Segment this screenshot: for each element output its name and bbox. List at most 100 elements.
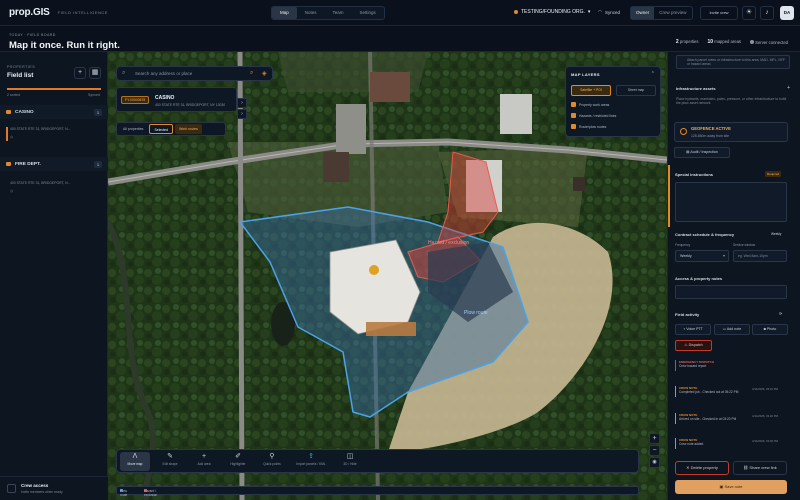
invite-crew-button[interactable]: Invite crew — [700, 6, 738, 20]
tool-import-parcels[interactable]: ⇪ Import parcels / KML — [291, 452, 331, 471]
header-stats: 2 properties 10 mapped areas Server conn… — [676, 39, 788, 45]
server-dot — [750, 39, 754, 44]
sidebar-title: Field list — [7, 72, 34, 79]
delete-property-button[interactable]: ✕ Delete property — [675, 461, 729, 475]
work-routes-button[interactable]: Work routes — [175, 124, 202, 134]
tool-add-area[interactable]: + Add area — [189, 452, 219, 471]
search-input[interactable]: Search any address or place — [135, 71, 192, 76]
sidebar-sort: 2 sorted — [7, 93, 20, 97]
map-legend: Plow route Hazard / exclusion — [116, 486, 639, 497]
dispatch-button[interactable]: ⚠ Dispatch — [675, 340, 712, 351]
frequency-select[interactable]: Weekly ▾ — [675, 250, 729, 262]
plus-icon: + — [201, 453, 207, 460]
role-owner[interactable]: Owner — [631, 7, 655, 19]
tab-team[interactable]: Team — [325, 7, 352, 19]
add-infra-icon[interactable]: + — [787, 85, 790, 91]
wifi-icon: ◠ — [598, 9, 602, 14]
role-crew-preview[interactable]: Crew preview — [654, 7, 691, 19]
activity-note[interactable]: CREW NOTE Completed job - Checked out at… — [675, 386, 780, 397]
delete-label: Delete property — [690, 465, 718, 470]
tool-highlighter[interactable]: ✐ Highlighter — [223, 452, 253, 471]
chevron-right-icon[interactable]: › — [237, 98, 247, 108]
crew-access[interactable]: Crew access Invite members when ready — [0, 476, 108, 500]
theme-icon[interactable]: ☀ — [742, 6, 756, 20]
map-search[interactable]: ⌕ Search any address or place ⌕ ◈ — [116, 66, 273, 81]
sync-label: Synced — [604, 9, 620, 15]
special-instructions-input[interactable] — [675, 182, 787, 222]
share-label: Share crew link — [749, 465, 777, 470]
layer-satellite[interactable]: Satellite + POI — [571, 85, 611, 96]
bell-icon[interactable]: ♪ — [760, 6, 774, 20]
checkbox-icon — [571, 113, 576, 118]
avatar[interactable]: DA — [780, 6, 794, 20]
audit-label: Audit / Inspection — [690, 150, 718, 154]
chevron-up-icon[interactable]: ⌃ — [651, 71, 655, 77]
search-submit-icon[interactable]: ⌕ — [250, 70, 253, 77]
tool-move-map[interactable]: Λ Move map — [120, 452, 150, 471]
list-item[interactable]: 400 STATE RTE 31, BRIDGEPORT, N... ◷ — [10, 181, 102, 193]
layers-icon: ◫ — [346, 453, 354, 460]
tab-notes[interactable]: Notes — [297, 7, 325, 19]
add-note-label: Add note — [726, 327, 742, 331]
tab-map[interactable]: Map — [272, 7, 297, 19]
sidebar-heading: PROPERTIES — [7, 65, 36, 69]
tool-label: Quick points — [263, 462, 281, 466]
crew-sub: Invite members when ready — [21, 490, 63, 494]
all-properties-button[interactable]: All properties — [119, 124, 147, 134]
share-crew-link-button[interactable]: ⛓ Share crew link — [733, 461, 787, 475]
add-property-button[interactable]: + — [74, 67, 86, 79]
app-logo[interactable]: prop.GIS — [9, 7, 50, 18]
access-title: Access & property notes — [675, 276, 723, 281]
stat-areas-label: mapped areas — [714, 39, 741, 44]
list-item[interactable]: 400 STATE RTE 31, BRIDGEPORT, N... ◷ — [6, 127, 102, 141]
tab-settings[interactable]: Settings — [352, 7, 384, 19]
activity-note[interactable]: CREW NOTE Arrived on site - Checked in a… — [675, 413, 780, 424]
compass-icon[interactable]: ◉ — [649, 457, 660, 468]
access-notes-input[interactable] — [675, 285, 787, 299]
layer-toggle-work-areas[interactable]: Property work areas — [571, 102, 609, 107]
activity-note[interactable]: CREW NOTE Crew note added 4/14/2026, 03:… — [675, 438, 780, 449]
tool-label: Edit shape — [162, 462, 178, 466]
save-note-button[interactable]: ▣ Save note — [675, 480, 787, 494]
org-selector[interactable]: TESTING/FOUNDING ORG. ▾ — [514, 9, 590, 15]
search-icon: ⌕ — [122, 70, 126, 76]
folder-icon — [6, 162, 11, 166]
audit-button[interactable]: ▤ Audit / Inspection — [674, 147, 730, 158]
activity-note[interactable]: EMERGENCY DISPATCH Crew hazard report — [675, 360, 780, 371]
parcel-hint-box: Attach parcel notes or infrastructure to… — [676, 55, 790, 69]
crew-icon — [7, 484, 16, 493]
contract-title: Contract schedule & frequency — [675, 232, 735, 237]
service-window-input[interactable]: eg. Wed 8am-10pm — [733, 250, 787, 262]
voice-ptt-button[interactable]: ◖ Voice PTT — [675, 324, 711, 335]
weekly-badge: Weekly — [771, 232, 782, 236]
legend-hazard-label: Hazard / exclusion — [144, 489, 158, 497]
link-icon: ⛓ — [743, 465, 749, 470]
layer-label: Route/plow routes — [579, 124, 607, 129]
photo-button[interactable]: ◙ Photo — [752, 324, 788, 335]
selected-bar — [6, 127, 8, 141]
tool-label: 3D / Hide — [343, 462, 357, 466]
zoom-in-button[interactable]: + — [649, 433, 660, 444]
folder-icon — [6, 110, 11, 114]
refresh-icon[interactable]: ⟳ — [779, 311, 782, 316]
layer-toggle-routes[interactable]: Route/plow routes — [571, 124, 606, 129]
zoom-out-button[interactable]: − — [649, 445, 660, 456]
checkbox-icon — [571, 124, 576, 129]
property-name: CASINO — [155, 95, 175, 101]
property-card[interactable]: FY-00000678 CASINO 400 STATE RTE 31, BRI… — [116, 87, 237, 112]
tool-3d-hide[interactable]: ◫ 3D / Hide — [335, 452, 365, 471]
group-fire-dept[interactable]: FIRE DEPT. 1 — [0, 157, 108, 171]
group-casino[interactable]: CASINO 1 — [0, 105, 108, 119]
voice-label: Voice PTT — [686, 327, 703, 331]
geofence-icon — [680, 128, 687, 135]
layer-toggle-hazards[interactable]: Hazards / restricted lines — [571, 113, 616, 118]
grid-view-icon[interactable]: ▦ — [89, 67, 101, 79]
layer-street[interactable]: Street map — [616, 85, 656, 96]
add-note-button[interactable]: ▭ Add note — [714, 324, 750, 335]
tool-quick-points[interactable]: ⚲ Quick points — [257, 452, 287, 471]
server-status: Server connected — [750, 39, 788, 45]
tool-edit-shape[interactable]: ✎ Edit shape — [155, 452, 185, 471]
chevron-right-icon[interactable]: › — [237, 109, 247, 119]
locate-icon[interactable]: ◈ — [262, 70, 267, 77]
selected-button[interactable]: Selected — [149, 124, 174, 134]
